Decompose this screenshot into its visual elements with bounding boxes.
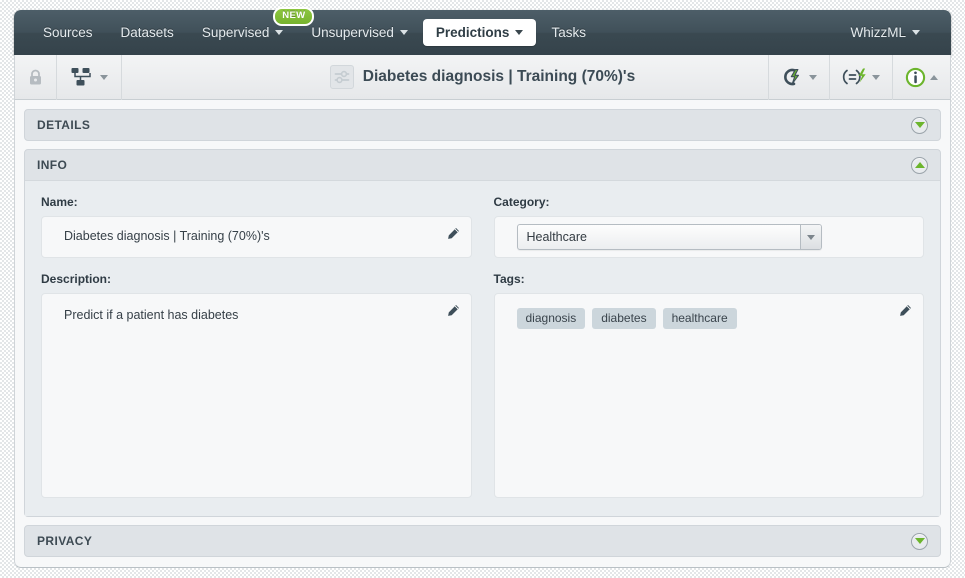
info-right-column: Category: Healthcare Tags: diagnosis dia… [493,195,924,498]
tag-item[interactable]: healthcare [662,308,737,329]
tag-list: diagnosis diabetes healthcare [516,308,888,329]
description-value: Predict if a patient has diabetes [64,308,239,322]
nav-item-label: Tasks [551,25,586,40]
edit-name-pencil-icon[interactable] [446,227,460,241]
info-button[interactable] [892,54,950,100]
category-label: Category: [493,195,550,209]
panel-info-body: Name: Diabetes diagnosis | Training (70%… [25,180,940,516]
nav-item-label: Supervised [201,25,270,40]
info-left-column: Name: Diabetes diagnosis | Training (70%… [41,195,472,498]
panel-privacy-header[interactable]: PRIVACY [25,526,940,556]
page-title: Diabetes diagnosis | Training (70%)'s [362,68,636,85]
page-content: DETAILS INFO Name: Diabetes diagnosis | … [14,100,951,568]
panel-info: INFO Name: Diabetes diagnosis | Training… [24,149,941,517]
name-field[interactable]: Diabetes diagnosis | Training (70%)'s [41,216,472,258]
evaluation-icon [842,68,866,85]
resource-title-bar: Diabetes diagnosis | Training (70%)'s [14,54,951,100]
panel-info-title: INFO [37,158,68,172]
batch-prediction-button[interactable] [768,54,829,100]
chevron-up-icon [930,74,938,80]
edit-tags-pencil-icon[interactable] [898,304,912,318]
tag-item[interactable]: diabetes [592,308,656,329]
nav-item-supervised[interactable]: Supervised NEW [189,7,315,46]
nav-item-account-whizzml[interactable]: WhizzML [837,19,933,46]
panel-details-toggle-chevron-down-icon[interactable] [911,116,928,134]
tag-item[interactable]: diagnosis [516,308,586,329]
app-window: Sources Datasets Supervised NEW Unsuperv… [14,7,951,568]
chevron-down-icon [515,30,524,35]
nav-item-predictions[interactable]: Predictions [422,19,537,46]
batch-prediction-icon [784,68,800,86]
nav-item-label: Datasets [120,25,174,40]
category-selected-value: Healthcare [526,230,587,244]
lock-button[interactable] [15,54,57,100]
account-label: WhizzML [850,25,906,40]
lock-icon [30,69,41,84]
sliders-configure-icon [329,65,354,89]
panel-details: DETAILS [24,109,941,141]
nav-item-unsupervised[interactable]: Unsupervised [298,19,421,46]
evaluation-button[interactable] [829,54,892,100]
nav-item-label: Predictions [435,25,510,40]
panel-info-toggle-chevron-up-icon[interactable] [911,156,928,174]
nav-item-datasets[interactable]: Datasets [108,19,187,46]
panel-details-header[interactable]: DETAILS [25,110,940,140]
nav-right-group: WhizzML [837,19,935,46]
chevron-down-icon [275,30,284,35]
chevron-down-icon [399,30,408,35]
titlebar-actions [768,54,950,100]
panel-privacy-title: PRIVACY [37,534,93,548]
tags-label: Tags: [493,272,525,286]
chevron-down-icon [809,74,817,80]
nav-item-sources[interactable]: Sources [30,19,106,46]
info-icon [905,67,926,87]
top-navigation-bar: Sources Datasets Supervised NEW Unsuperv… [14,7,951,55]
description-label: Description: [41,272,112,286]
category-select[interactable]: Healthcare [516,224,822,250]
chevron-down-icon [100,74,108,80]
panel-privacy: PRIVACY [24,525,941,557]
nav-item-label: Sources [43,25,93,40]
panel-privacy-toggle-chevron-down-icon[interactable] [911,532,928,550]
description-field[interactable]: Predict if a patient has diabetes [41,293,472,498]
model-type-button[interactable] [57,54,122,100]
chevron-down-icon[interactable] [799,225,821,249]
chevron-down-icon [872,74,880,80]
chevron-down-icon [912,30,920,35]
tags-field[interactable]: diagnosis diabetes healthcare [493,293,924,498]
edit-description-pencil-icon[interactable] [446,304,460,318]
decision-tree-icon [71,68,91,86]
category-field: Healthcare [493,216,924,258]
panel-details-title: DETAILS [37,118,91,132]
nav-item-label: Unsupervised [311,25,394,40]
name-value: Diabetes diagnosis | Training (70%)'s [64,229,270,243]
name-label: Name: [41,195,78,209]
panel-info-header[interactable]: INFO [25,150,940,180]
nav-item-tasks[interactable]: Tasks [538,19,599,46]
